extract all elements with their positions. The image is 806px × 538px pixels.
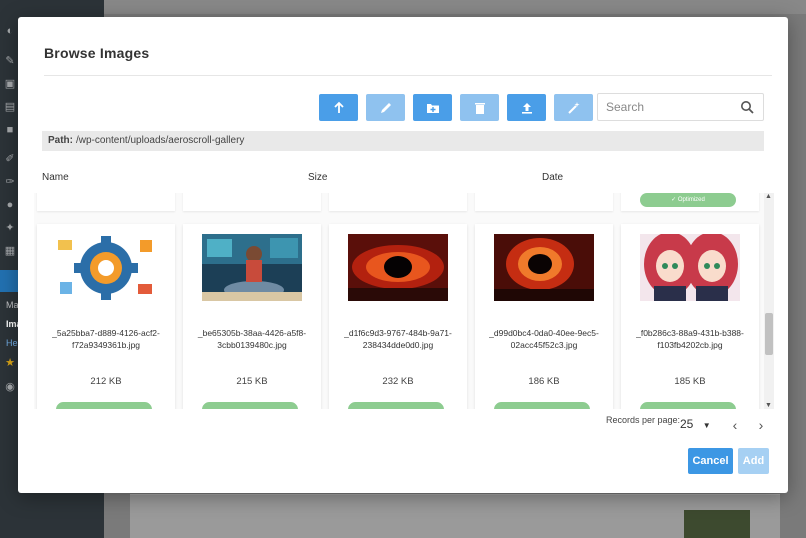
browse-images-modal: Browse Images Path:/wp-content/uploads/a… [18,17,788,493]
file-grid: ✓ Optimized _5a25bba7-d889-4126-acf2- f7… [34,193,764,409]
add-button[interactable]: Add [738,448,769,474]
file-card-partial[interactable]: ✓ Optimized [621,193,759,211]
file-card[interactable]: _f0b286c3-88a9-431b-b388- f103fb4202cb.jp… [621,224,759,409]
parent-folder-button[interactable] [319,94,358,121]
file-size: 212 KB [90,376,122,387]
arrow-up-icon [333,101,344,113]
grid-scrollbar[interactable]: ▲ ▼ [764,193,774,409]
plugins-icon[interactable]: ✑ [4,176,16,188]
next-page-icon[interactable]: › [754,417,768,433]
column-size-header[interactable]: Size [308,172,327,183]
scroll-up-icon[interactable]: ▲ [765,193,772,200]
file-size: 185 KB [674,376,706,387]
scrollbar-thumb[interactable] [765,313,773,355]
image-thumbnail [348,234,448,301]
file-size: 186 KB [528,376,560,387]
path-label: Path: [48,135,73,146]
search-input[interactable] [598,95,728,119]
magic-wand-icon [567,101,580,114]
new-folder-icon [426,103,439,113]
file-card[interactable]: _5a25bba7-d889-4126-acf2- f72a9349361b.jp… [37,224,175,409]
media-icon[interactable]: ▣ [4,78,16,90]
optimize-button[interactable] [554,94,593,121]
pin-icon[interactable]: ✎ [4,55,16,67]
optimized-badge: ✓ Optimized [640,193,736,207]
records-per-page-label: Records per page: [606,415,681,425]
divider [44,75,772,76]
appearance-icon[interactable]: ✐ [4,153,16,165]
column-name-header[interactable]: Name [42,172,69,183]
file-card[interactable]: _d1f6c9d3-9767-484b-9a71- 238434dde0d0.jp… [329,224,467,409]
optimized-badge [640,402,736,409]
path-bar: Path:/wp-content/uploads/aeroscroll-gall… [42,131,764,151]
optimized-badge [202,402,298,409]
image-thumbnail [56,234,156,301]
scroll-down-icon[interactable]: ▼ [765,402,772,409]
file-card-partial[interactable] [37,193,175,211]
rename-button[interactable] [366,94,405,121]
new-folder-button[interactable] [413,94,452,121]
comments-icon[interactable]: ■ [4,124,16,136]
background-card [130,494,780,538]
users-icon[interactable]: ● [4,199,16,211]
prev-page-icon[interactable]: ‹ [728,417,742,433]
file-card[interactable]: _be65305b-38aa-4426-a5f8- 3cbb0139480c.jp… [183,224,321,409]
trash-icon [474,102,485,114]
column-date-header[interactable]: Date [542,172,563,183]
file-name: _d99d0bc4-0da0-40ee-9ec5- 02acc45f52c3.jp… [489,328,599,350]
path-value: /wp-content/uploads/aeroscroll-gallery [76,135,245,146]
cancel-button[interactable]: Cancel [688,448,733,474]
file-card-partial[interactable] [183,193,321,211]
upload-button[interactable] [507,94,546,121]
upload-icon [521,102,532,114]
file-name: _be65305b-38aa-4426-a5f8- 3cbb0139480c.jp… [197,328,307,350]
file-size: 232 KB [382,376,414,387]
tools-icon[interactable]: ✦ [4,222,16,234]
search-icon[interactable] [740,100,754,114]
pencil-icon [380,102,391,113]
file-name: _d1f6c9d3-9767-484b-9a71- 238434dde0d0.jp… [344,328,452,350]
file-size: 215 KB [236,376,268,387]
search-box [597,93,764,121]
file-name: _5a25bba7-d889-4126-acf2- f72a9349361b.jp… [52,328,160,350]
file-card-partial[interactable] [475,193,613,211]
background-thumbnail [684,510,750,538]
file-card[interactable]: _d99d0bc4-0da0-40ee-9ec5- 02acc45f52c3.jp… [475,224,613,409]
settings-icon[interactable]: ▦ [4,245,16,257]
records-per-page-select[interactable]: 25 ▼ [680,417,711,431]
sidebar-submenu-1[interactable]: Ma [6,300,19,310]
modal-title: Browse Images [44,45,150,61]
image-thumbnail [640,234,740,301]
optimized-badge [56,402,152,409]
dashboard-icon[interactable]: ◐ [4,25,16,37]
pages-icon[interactable]: ▤ [4,101,16,113]
sidebar-submenu-3[interactable]: He [6,338,18,348]
delete-button[interactable] [460,94,499,121]
dropdown-arrow-icon: ▼ [702,421,711,430]
toolbar [319,94,593,121]
admin-topbar [104,0,806,14]
sidebar-active-item[interactable] [0,270,20,292]
file-name: _f0b286c3-88a9-431b-b388- f103fb4202cb.jp… [636,328,744,350]
image-thumbnail [494,234,594,301]
optimized-badge [494,402,590,409]
star-icon[interactable]: ★ [4,357,16,369]
file-card-partial[interactable] [329,193,467,211]
optimized-badge [348,402,444,409]
image-thumbnail [202,234,302,301]
collapse-icon[interactable]: ◉ [4,381,16,393]
